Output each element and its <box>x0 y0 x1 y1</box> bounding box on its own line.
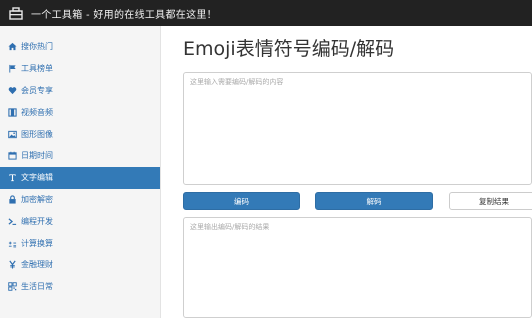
sidebar-item-label: 日期时间 <box>21 151 53 161</box>
sidebar-item-label: 图形图像 <box>21 129 53 139</box>
sidebar-item-rankings[interactable]: 工具榜单 <box>0 58 160 80</box>
calculator-icon <box>7 238 17 248</box>
film-icon <box>7 107 17 117</box>
text-icon <box>7 173 17 183</box>
sidebar-item-graphics[interactable]: 图形图像 <box>0 123 160 145</box>
terminal-icon <box>7 216 17 226</box>
sidebar-item-label: 会员专享 <box>21 85 53 95</box>
page-title: Emoji表情符号编码/解码 <box>183 38 395 60</box>
sidebar-item-label: 工具榜单 <box>21 64 53 74</box>
encode-button[interactable]: 编码 <box>183 192 300 210</box>
sidebar-item-datetime[interactable]: 日期时间 <box>0 145 160 167</box>
decode-button[interactable]: 解码 <box>315 192 433 210</box>
sidebar-item-calculation[interactable]: 计算换算 <box>0 232 160 254</box>
sidebar-item-label: 生活日常 <box>21 282 53 292</box>
output-textarea[interactable] <box>183 217 532 318</box>
sidebar-item-label: 金融理财 <box>21 260 53 270</box>
sidebar-item-members[interactable]: 会员专享 <box>0 80 160 102</box>
toolbox-logo-icon[interactable] <box>9 6 23 20</box>
sidebar-item-label: 文字编辑 <box>21 173 53 183</box>
copy-result-button[interactable]: 复制结果 <box>449 192 532 210</box>
home-icon <box>7 42 17 52</box>
sidebar-item-hot[interactable]: 搜你热门 <box>0 36 160 58</box>
sidebar-item-encryption[interactable]: 加密解密 <box>0 189 160 211</box>
image-icon <box>7 129 17 139</box>
flag-icon <box>7 64 17 74</box>
heart-icon <box>7 85 17 95</box>
qrcode-icon <box>7 282 17 292</box>
sidebar-item-video-audio[interactable]: 视频音频 <box>0 101 160 123</box>
sidebar-item-programming[interactable]: 编程开发 <box>0 210 160 232</box>
top-navbar: 一个工具箱 - 好用的在线工具都在这里！ <box>0 0 532 26</box>
yen-icon <box>7 260 17 270</box>
sidebar-item-label: 视频音频 <box>21 107 53 117</box>
sidebar-item-label: 加密解密 <box>21 194 53 204</box>
sidebar-item-daily-life[interactable]: 生活日常 <box>0 276 160 298</box>
sidebar-item-finance[interactable]: 金融理财 <box>0 254 160 276</box>
lock-icon <box>7 194 17 204</box>
input-textarea[interactable] <box>183 72 532 185</box>
main-content: Emoji表情符号编码/解码 编码 解码 复制结果 <box>162 26 532 318</box>
sidebar-item-label: 搜你热门 <box>21 42 53 52</box>
sidebar-item-label: 计算换算 <box>21 238 53 248</box>
sidebar-item-text-editing[interactable]: 文字编辑 <box>0 166 160 189</box>
site-title[interactable]: 一个工具箱 - 好用的在线工具都在这里！ <box>31 6 217 21</box>
calendar-icon <box>7 151 17 161</box>
sidebar: 搜你热门 工具榜单 会员专享 视频音频 图形图像 日期时间 文字编辑 加密解密 … <box>0 26 161 318</box>
sidebar-item-label: 编程开发 <box>21 216 53 226</box>
